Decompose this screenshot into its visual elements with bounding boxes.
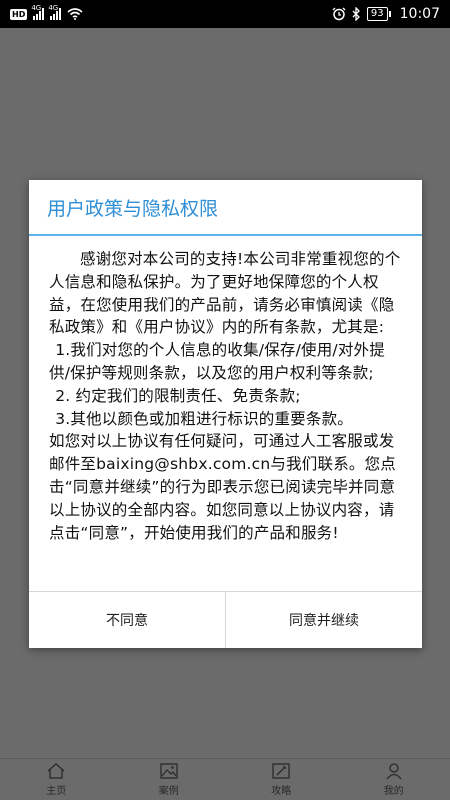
policy-paragraph-2: 2. 约定我们的限制责任、免责条款; [55, 386, 301, 405]
screen: HD 4G 4G 93 10:07 用户政策与隐私权限 感谢您对本公司的支持!本… [0, 0, 450, 800]
nav-label-guides: 攻略 [271, 786, 292, 797]
signal-icon: 4G [31, 4, 45, 20]
wifi-icon [67, 8, 83, 20]
status-bar: HD 4G 4G 93 10:07 [0, 0, 450, 28]
network-type-1: 4G [31, 4, 42, 12]
alarm-icon [332, 7, 346, 21]
disagree-button[interactable]: 不同意 [29, 592, 225, 648]
nav-label-cases: 案例 [158, 786, 179, 797]
policy-paragraph-contact: 如您对以上协议有任何疑问，可通过人工客服或发邮件至baixing@shbx.co… [49, 432, 397, 542]
nav-label-profile: 我的 [383, 786, 404, 797]
policy-paragraph-1: 1.我们对您的个人信息的收集/保存/使用/对外提供/保护等规则条款，以及您的用户… [49, 341, 385, 382]
hd-badge: HD [10, 8, 28, 20]
battery-icon: 93 [366, 7, 391, 21]
dialog-actions: 不同意 同意并继续 [29, 591, 422, 648]
image-icon [160, 763, 178, 779]
bluetooth-icon [352, 7, 360, 21]
home-icon [47, 763, 65, 779]
status-time: 10:07 [399, 6, 440, 22]
signal-icon-2: 4G [48, 4, 62, 20]
nav-item-home[interactable]: 主页 [0, 759, 113, 800]
edit-icon [272, 763, 290, 779]
status-left: HD 4G 4G [10, 4, 83, 20]
status-right: 93 10:07 [332, 6, 440, 22]
dialog-title: 用户政策与隐私权限 [29, 180, 422, 236]
policy-paragraph-intro: 感谢您对本公司的支持!本公司非常重视您的个人信息和隐私保护。为了更好地保障您的个… [49, 250, 401, 337]
agree-continue-button[interactable]: 同意并继续 [225, 592, 422, 648]
bottom-nav: 主页 案例 攻略 我的 [0, 758, 450, 800]
nav-label-home: 主页 [46, 786, 67, 797]
policy-dialog: 用户政策与隐私权限 感谢您对本公司的支持!本公司非常重视您的个人信息和隐私保护。… [29, 180, 422, 648]
nav-item-cases[interactable]: 案例 [113, 759, 226, 800]
policy-paragraph-3: 3.其他以颜色或加粗进行标识的重要条款。 [55, 409, 353, 428]
user-icon [386, 763, 402, 780]
nav-item-guides[interactable]: 攻略 [225, 759, 338, 800]
network-type-2: 4G [48, 4, 59, 12]
dialog-body: 感谢您对本公司的支持!本公司非常重视您的个人信息和隐私保护。为了更好地保障您的个… [29, 236, 422, 590]
nav-item-profile[interactable]: 我的 [338, 759, 450, 800]
